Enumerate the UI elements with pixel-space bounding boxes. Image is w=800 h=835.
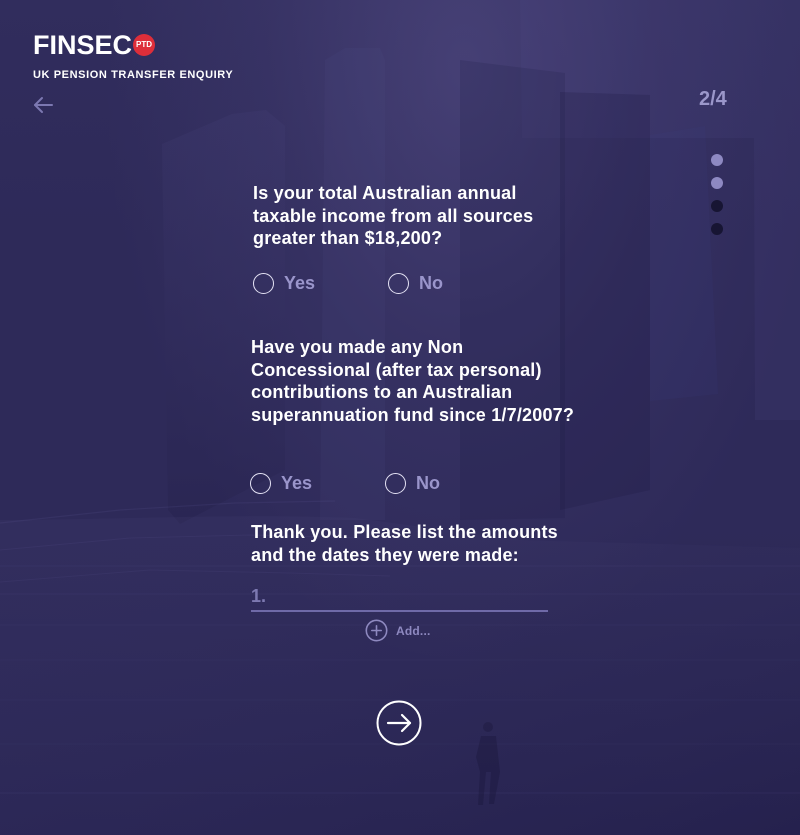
step-counter: 2/4 (699, 88, 727, 110)
add-entry-label: Add... (396, 623, 431, 638)
income-no-radio[interactable]: No (388, 272, 443, 294)
radio-group-income-threshold: Yes No (253, 272, 493, 300)
contributions-no-label: No (416, 473, 440, 493)
arrow-left-icon (34, 97, 53, 113)
contributions-yes-label: Yes (281, 473, 313, 493)
finsec-logo: FINSEC PTD (33, 29, 156, 60)
arrow-right-circle-icon (376, 700, 422, 746)
progress-step-1-completed (711, 154, 723, 166)
contributions-no-radio[interactable]: No (385, 472, 440, 494)
radio-circle-icon (388, 272, 409, 294)
income-yes-radio[interactable]: Yes (253, 272, 315, 294)
radio-circle-icon (253, 272, 274, 294)
progress-step-2-current (711, 177, 723, 189)
contributions-yes-radio[interactable]: Yes (250, 472, 312, 494)
amount-date-input-line (251, 581, 548, 612)
next-button[interactable] (376, 700, 422, 746)
question-contribution-amounts: Thank you. Please list the amounts and t… (251, 522, 558, 565)
radio-circle-icon (250, 472, 271, 494)
logo-wordmark: FINSEC (33, 29, 133, 60)
progress-step-3 (711, 200, 723, 212)
progress-step-4 (711, 223, 723, 235)
back-button[interactable] (31, 94, 55, 116)
amount-date-input[interactable] (251, 581, 548, 610)
income-yes-label: Yes (284, 273, 316, 293)
income-no-label: No (419, 273, 443, 293)
person-silhouette-illustration (476, 722, 500, 805)
pension-transfer-form-page: FINSEC PTD UK PENSION TRANSFER ENQUIRY 2… (0, 0, 800, 835)
question-income-threshold: Is your total Australian annual taxable … (253, 183, 534, 248)
add-entry-button[interactable]: Add... (365, 619, 431, 642)
page-subtitle: UK PENSION TRANSFER ENQUIRY (33, 69, 234, 81)
progress-dots (711, 154, 723, 246)
radio-group-non-concessional-contributions: Yes No (250, 472, 490, 500)
logo-badge: PTD (133, 34, 156, 56)
question-non-concessional-contributions: Have you made any Non Concessional (afte… (251, 337, 575, 425)
plus-circle-icon (365, 619, 388, 642)
radio-circle-icon (385, 472, 406, 494)
